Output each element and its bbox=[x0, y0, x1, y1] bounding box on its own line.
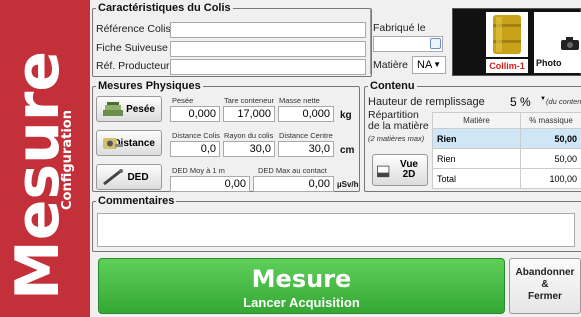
repartition-table: Matière % massique Rien 50,00 Rien 50,00… bbox=[432, 112, 581, 189]
abandonner-button[interactable]: Abandonner & Fermer bbox=[509, 258, 581, 314]
ded-button[interactable]: DED bbox=[96, 164, 162, 190]
mesure-launch-subtitle: Lancer Acquisition bbox=[243, 295, 360, 310]
contenu-legend: Contenu bbox=[370, 80, 415, 92]
probe-icon bbox=[103, 169, 123, 185]
distance-colis-input[interactable]: 0,0 bbox=[170, 141, 220, 157]
image-label: Collim-1 bbox=[486, 59, 528, 73]
container-photo bbox=[486, 12, 528, 57]
pesee-button-label: Pesée bbox=[126, 103, 155, 115]
fabrique-label: Fabriqué le bbox=[373, 22, 426, 34]
scale-icon bbox=[103, 102, 123, 116]
hauteur-label: Hauteur de remplissage bbox=[368, 96, 485, 108]
ref-producteur-input[interactable] bbox=[170, 59, 366, 75]
column-header-pct: % massique bbox=[520, 112, 581, 129]
ded-moy-label: DED Moy à 1 m bbox=[172, 166, 225, 175]
cm-unit: cm bbox=[340, 145, 355, 156]
total-label-cell: Total bbox=[432, 168, 521, 189]
repartition-note: (2 matières max) bbox=[368, 134, 425, 143]
ded-max-label: DED Max au contact bbox=[258, 166, 327, 175]
total-value-cell: 100,00 bbox=[520, 168, 581, 189]
row-pct-cell[interactable]: 50,00 bbox=[520, 148, 581, 169]
sidebar-subtitle: Configuration bbox=[60, 110, 75, 210]
matiere-select[interactable]: NA ▼ bbox=[412, 56, 446, 74]
barrel-icon bbox=[493, 15, 521, 54]
pesee-input[interactable]: 0,000 bbox=[170, 106, 220, 122]
row-matiere-cell[interactable]: Rien bbox=[432, 148, 521, 169]
pesee-label: Pesée bbox=[172, 96, 194, 105]
colis-legend: Caractéristiques du Colis bbox=[98, 2, 231, 14]
camera-icon bbox=[561, 37, 579, 50]
fiche-suiveuse-label: Fiche Suiveuse bbox=[96, 42, 168, 54]
matiere-label: Matière bbox=[373, 59, 409, 71]
usvh-unit: µSv/h bbox=[337, 180, 359, 189]
table-row[interactable]: Rien 50,00 bbox=[432, 148, 581, 169]
abandonner-line3: Fermer bbox=[528, 291, 562, 302]
matiere-value: NA bbox=[417, 59, 433, 71]
abandonner-line2: & bbox=[541, 279, 549, 290]
ded-max-input[interactable]: 0,00 bbox=[253, 176, 334, 192]
drum-2d-icon bbox=[377, 165, 390, 178]
abandonner-line1: Abandonner bbox=[515, 267, 575, 278]
calendar-icon[interactable] bbox=[430, 38, 441, 49]
rayon-label: Rayon du colis bbox=[224, 131, 274, 140]
kg-unit: kg bbox=[340, 110, 352, 121]
vue-2d-label: Vue 2D bbox=[400, 159, 418, 180]
mesure-launch-title: Mesure bbox=[251, 265, 352, 293]
photo-label: Photo bbox=[536, 58, 562, 68]
sidebar-title: Mesure bbox=[3, 50, 73, 300]
row-pct-cell[interactable]: 50,00 bbox=[520, 128, 581, 149]
commentaires-legend: Commentaires bbox=[98, 195, 175, 207]
masse-input[interactable]: 0,000 bbox=[278, 106, 334, 122]
column-header-matiere: Matière bbox=[432, 112, 521, 129]
hauteur-select[interactable]: 5 % bbox=[506, 93, 544, 111]
fiche-suiveuse-input[interactable] bbox=[170, 41, 366, 57]
hauteur-value: 5 % bbox=[510, 95, 531, 109]
table-total-row: Total 100,00 bbox=[432, 168, 581, 189]
ref-colis-input[interactable] bbox=[170, 22, 366, 38]
ref-colis-label: Référence Colis bbox=[96, 23, 171, 35]
distance-centre-label: Distance Centre bbox=[279, 131, 333, 140]
mesure-launch-button[interactable]: Mesure Lancer Acquisition bbox=[98, 258, 505, 314]
table-header-row: Matière % massique bbox=[432, 112, 581, 129]
mesures-legend: Mesures Physiques bbox=[98, 80, 201, 92]
commentaires-textarea[interactable] bbox=[97, 213, 575, 247]
rayon-input[interactable]: 30,0 bbox=[223, 141, 275, 157]
pesee-button[interactable]: Pesée bbox=[96, 96, 162, 122]
masse-label: Masse nette bbox=[279, 96, 320, 105]
image-panel: Collim-1 Photo bbox=[452, 8, 581, 76]
row-matiere-cell[interactable]: Rien bbox=[432, 128, 521, 149]
ded-moy-input[interactable]: 0,00 bbox=[170, 176, 250, 192]
ref-producteur-label: Réf. Producteur bbox=[96, 60, 170, 72]
tare-label: Tare conteneur bbox=[224, 96, 275, 105]
chevron-down-icon: ▼ bbox=[433, 60, 441, 69]
distance-centre-input[interactable]: 30,0 bbox=[278, 141, 334, 157]
sidebar: Mesure Configuration bbox=[0, 0, 90, 317]
vue-2d-button[interactable]: Vue 2D bbox=[372, 154, 428, 186]
ded-button-label: DED bbox=[127, 171, 149, 183]
distance-colis-label: Distance Colis bbox=[172, 131, 220, 140]
tape-measure-icon bbox=[103, 138, 123, 149]
repartition-label: Répartition de la matière bbox=[368, 109, 429, 132]
photo-button[interactable]: Photo bbox=[534, 12, 581, 73]
tare-input[interactable]: 17,000 bbox=[223, 106, 275, 122]
distance-button[interactable]: Distance bbox=[96, 130, 162, 156]
table-row[interactable]: Rien 50,00 bbox=[432, 128, 581, 149]
hauteur-note: (du conteneur) bbox=[546, 97, 581, 106]
